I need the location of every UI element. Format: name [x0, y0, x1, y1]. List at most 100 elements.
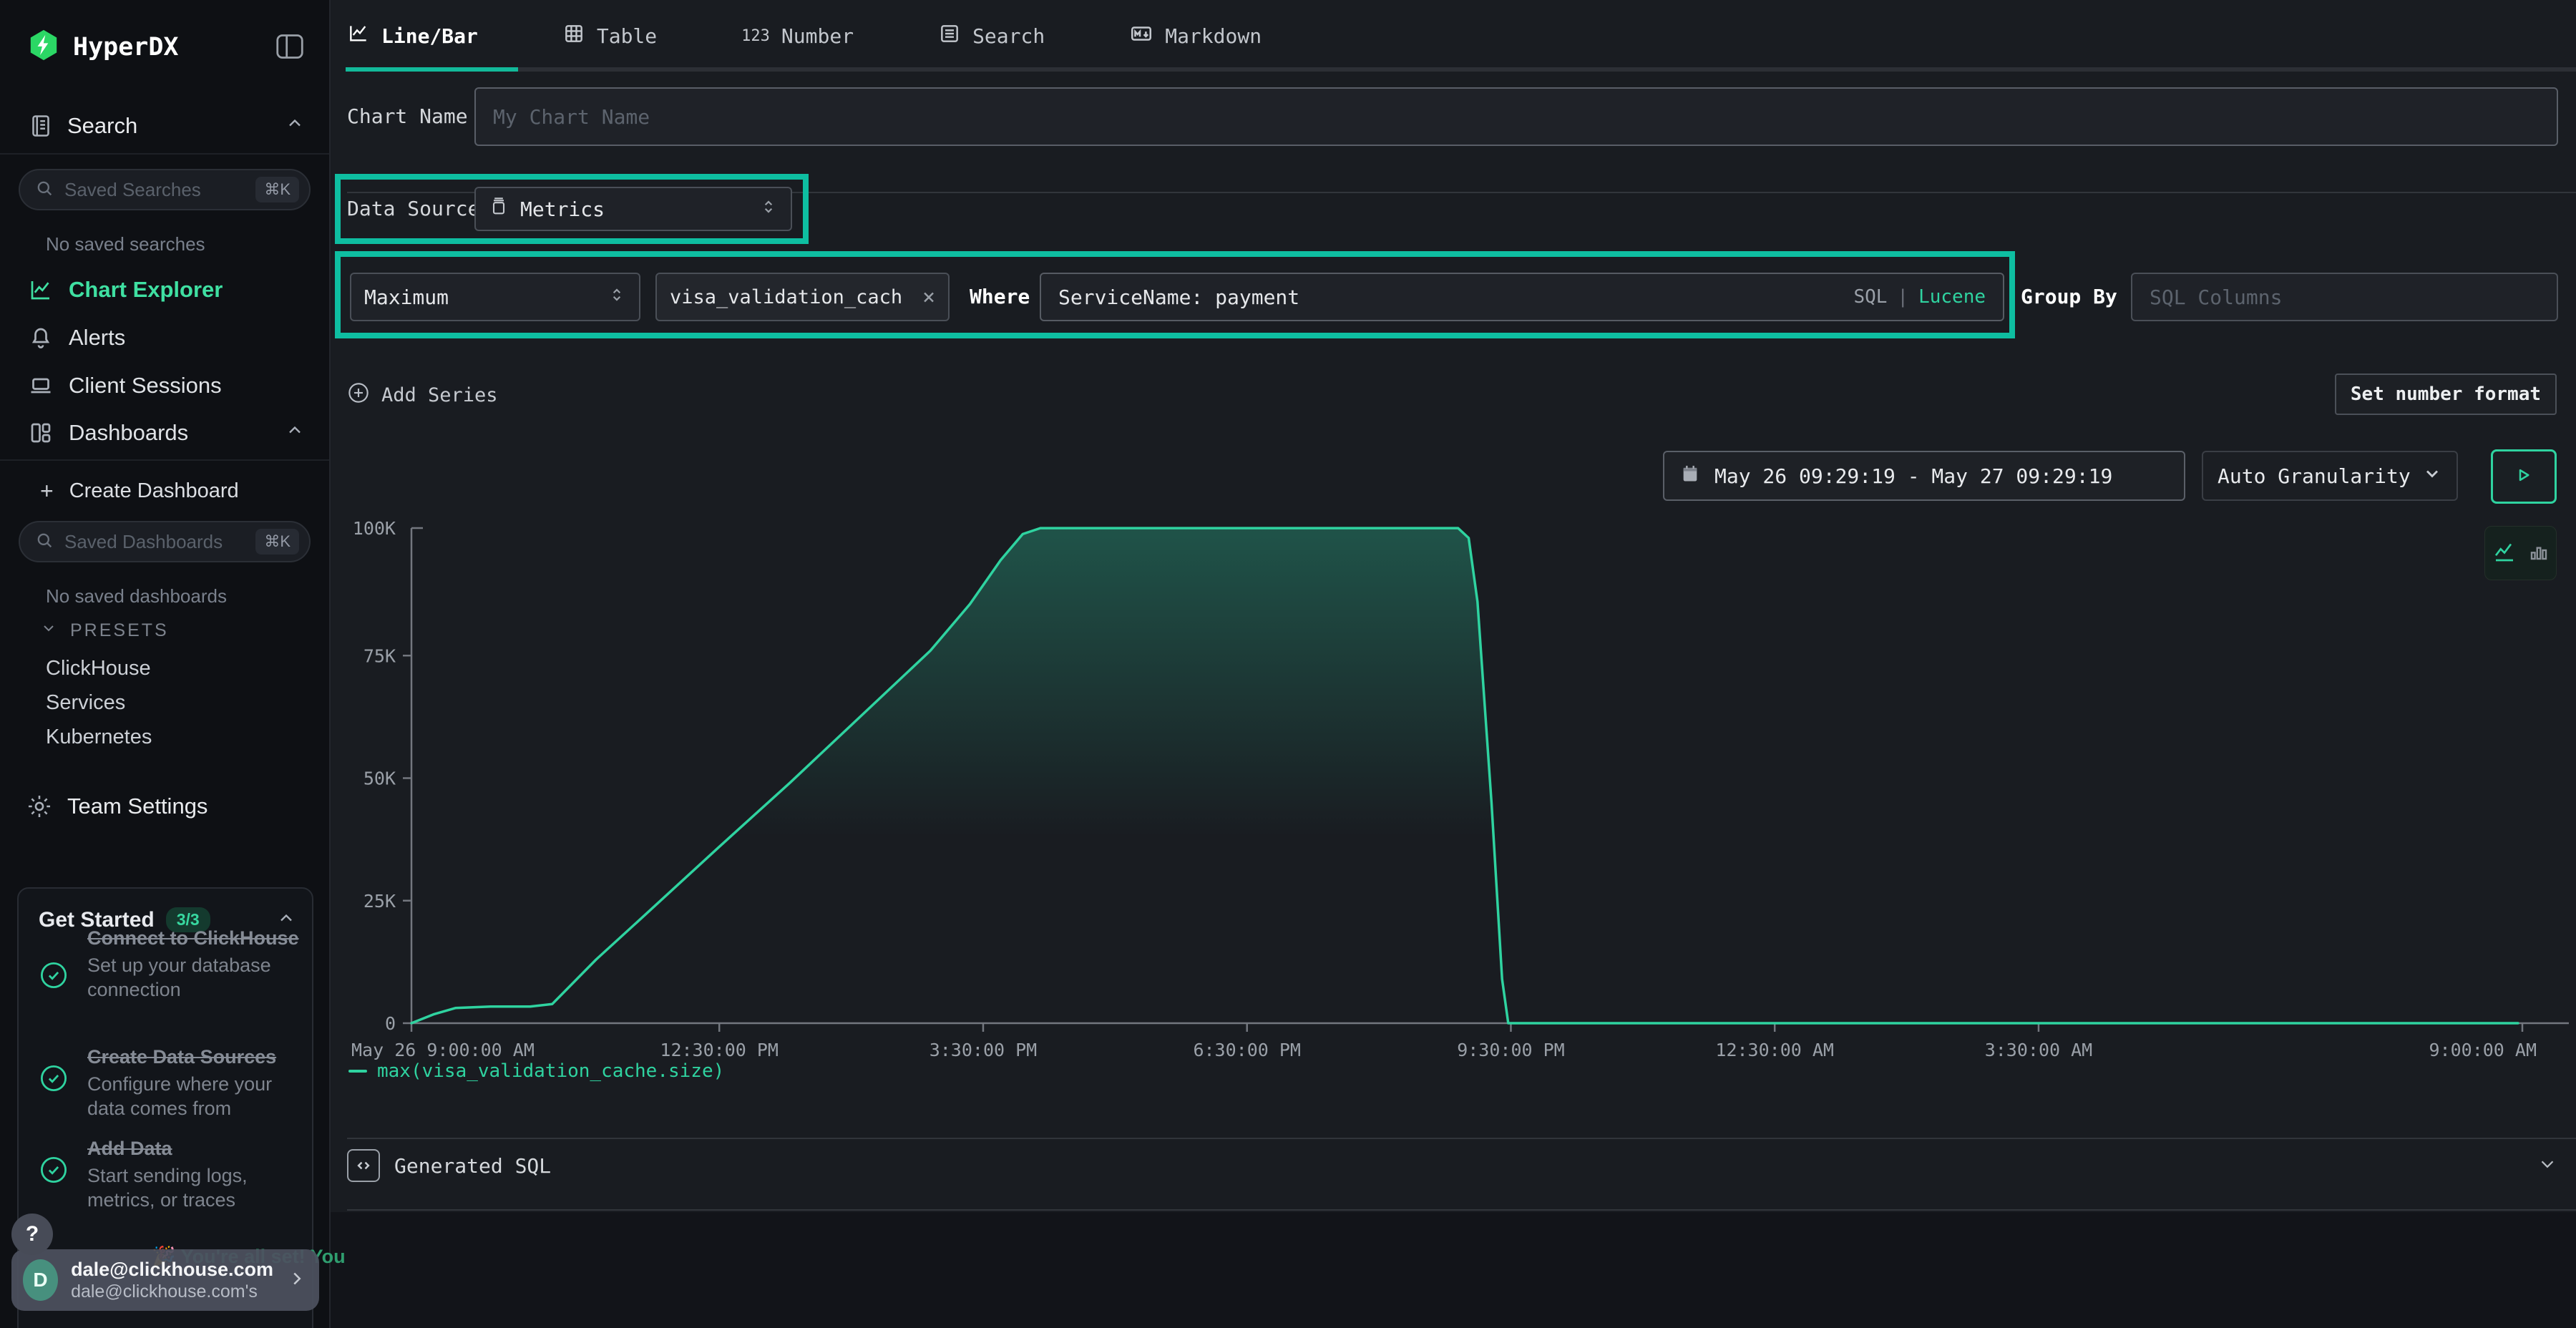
- chart-legend[interactable]: max(visa_validation_cache.size): [348, 1060, 724, 1082]
- sql-mode-button[interactable]: SQL: [1853, 286, 1887, 308]
- add-series-label: Add Series: [381, 384, 498, 406]
- tab-label: Table: [597, 24, 657, 48]
- chevron-up-icon[interactable]: [285, 420, 305, 446]
- logo[interactable]: HyperDX: [27, 29, 179, 65]
- chart-explorer-icon: [27, 277, 54, 303]
- check-circle-icon: [39, 1136, 69, 1212]
- data-source-label: Data Source: [347, 174, 479, 244]
- sidebar-section-search[interactable]: Search: [27, 113, 305, 139]
- create-dashboard-label: Create Dashboard: [69, 479, 239, 503]
- granularity-select[interactable]: Auto Granularity: [2202, 451, 2458, 501]
- tab-markdown[interactable]: Markdown: [1129, 21, 1262, 51]
- svg-text:9:00:00 AM: 9:00:00 AM: [2429, 1040, 2537, 1060]
- date-range-picker[interactable]: May 26 09:29:19 - May 27 09:29:19: [1663, 451, 2185, 501]
- data-source-value: Metrics: [520, 197, 605, 221]
- get-started-item-title: Add Data: [87, 1138, 172, 1159]
- chart-type-tabs: Line/Bar Table 123 Number Search: [331, 0, 2576, 72]
- no-saved-dashboards-note: No saved dashboards: [46, 585, 227, 607]
- add-series-button[interactable]: Add Series: [347, 381, 498, 409]
- sidebar-item-alerts[interactable]: Alerts: [0, 317, 329, 358]
- sidebar-item-label: Chart Explorer: [69, 277, 223, 303]
- tab-number[interactable]: 123 Number: [741, 24, 854, 48]
- sidebar-item-dashboards[interactable]: Dashboards: [0, 412, 329, 454]
- cmd-k-shortcut: ⌘K: [255, 177, 299, 202]
- cmd-k-shortcut: ⌘K: [255, 529, 299, 555]
- saved-searches-input[interactable]: Saved Searches ⌘K: [19, 169, 311, 210]
- sidebar-item-client-sessions[interactable]: Client Sessions: [0, 365, 329, 406]
- get-started-item-desc: Configure where your data comes from: [87, 1072, 301, 1120]
- group-by-placeholder: SQL Columns: [2150, 285, 2282, 309]
- svg-text:6:30:00 PM: 6:30:00 PM: [1193, 1040, 1301, 1060]
- svg-text:9:30:00 PM: 9:30:00 PM: [1457, 1040, 1565, 1060]
- saved-dashboards-input[interactable]: Saved Dashboards ⌘K: [19, 521, 311, 562]
- play-icon: [2513, 464, 2534, 489]
- date-range-value: May 26 09:29:19 - May 27 09:29:19: [1714, 464, 2112, 488]
- chevron-down-icon: [40, 620, 57, 642]
- aggregation-select[interactable]: Maximum: [350, 273, 640, 321]
- chevron-right-icon: [286, 1268, 308, 1293]
- tab-search[interactable]: Search: [938, 22, 1045, 50]
- user-card[interactable]: D dale@clickhouse.com dale@clickhouse.co…: [11, 1249, 319, 1311]
- line-chart-icon: [347, 22, 370, 50]
- team-settings-button[interactable]: Team Settings: [26, 793, 208, 820]
- plus-circle-icon: [347, 381, 370, 409]
- tab-label: Markdown: [1165, 24, 1262, 48]
- metric-chip[interactable]: visa_validation_cach ×: [655, 273, 950, 321]
- preset-clickhouse[interactable]: ClickHouse: [46, 657, 151, 680]
- svg-text:100K: 100K: [353, 518, 396, 539]
- tab-label: Line/Bar: [381, 24, 478, 48]
- preset-services[interactable]: Services: [46, 691, 125, 715]
- get-started-item[interactable]: Create Data Sources Configure where your…: [39, 1045, 301, 1120]
- sidebar-item-label: Alerts: [69, 325, 125, 351]
- preset-kubernetes[interactable]: Kubernetes: [46, 726, 152, 749]
- where-value: ServiceName: payment: [1058, 285, 1299, 309]
- get-started-item[interactable]: Add Data Start sending logs, metrics, or…: [39, 1136, 301, 1212]
- svg-text:May 26 9:00:00 AM: May 26 9:00:00 AM: [351, 1040, 535, 1060]
- sidebar-item-chart-explorer[interactable]: Chart Explorer: [0, 269, 329, 311]
- create-dashboard-button[interactable]: + Create Dashboard: [40, 478, 239, 504]
- svg-text:0: 0: [385, 1013, 396, 1034]
- legend-series-name: max(visa_validation_cache.size): [377, 1060, 724, 1082]
- sidebar-collapse-icon[interactable]: [275, 33, 305, 64]
- help-button[interactable]: ?: [11, 1214, 53, 1255]
- brand-name: HyperDX: [73, 33, 179, 62]
- set-number-format-button[interactable]: Set number format: [2335, 374, 2557, 415]
- chart-name-input[interactable]: My Chart Name: [474, 87, 2558, 146]
- close-icon[interactable]: ×: [922, 285, 935, 310]
- tab-table[interactable]: Table: [562, 22, 657, 50]
- tab-label: Search: [972, 24, 1045, 48]
- svg-text:3:30:00 PM: 3:30:00 PM: [930, 1040, 1038, 1060]
- tab-label: Number: [781, 24, 854, 48]
- search-icon: [34, 178, 54, 202]
- data-source-select[interactable]: Metrics: [474, 187, 792, 231]
- timeseries-chart[interactable]: 025K50K75K100KMay 26 9:00:00 AM12:30:00 …: [331, 501, 2576, 1080]
- get-started-item[interactable]: Connect to ClickHouse Set up your databa…: [39, 926, 301, 1002]
- group-by-input[interactable]: SQL Columns: [2131, 273, 2558, 321]
- generated-sql-toggle[interactable]: Generated SQL: [347, 1148, 2558, 1183]
- calendar-icon: [1680, 464, 1700, 489]
- divider: [0, 153, 329, 155]
- generated-sql-label: Generated SQL: [394, 1154, 551, 1178]
- dashboards-icon: [27, 420, 54, 446]
- team-settings-label: Team Settings: [67, 794, 208, 819]
- lucene-mode-button[interactable]: Lucene: [1918, 286, 1986, 308]
- get-started-item-title: Create Data Sources: [87, 1046, 276, 1068]
- tab-line-bar[interactable]: Line/Bar: [347, 22, 478, 50]
- presets-label: PRESETS: [70, 620, 169, 641]
- get-started-item-title: Connect to ClickHouse: [87, 927, 299, 949]
- where-input[interactable]: ServiceName: payment SQL | Lucene: [1040, 273, 2004, 321]
- run-query-button[interactable]: [2491, 449, 2557, 504]
- metric-chip-label: visa_validation_cach: [670, 286, 902, 308]
- search-section-label: Search: [67, 113, 137, 139]
- get-started-item-desc: Set up your database connection: [87, 953, 301, 1002]
- search-section-icon: [27, 113, 54, 139]
- select-updown-icon: [608, 285, 626, 309]
- plus-icon: +: [40, 478, 54, 504]
- chevron-up-icon[interactable]: [285, 113, 305, 139]
- presets-toggle[interactable]: PRESETS: [40, 620, 169, 642]
- table-icon: [562, 22, 585, 50]
- hyperdx-app: HyperDX Search Saved Searches ⌘K No save…: [0, 0, 2576, 1328]
- check-circle-icon: [39, 926, 69, 1002]
- active-tab-underline: [346, 67, 518, 72]
- sidebar-item-label: Client Sessions: [69, 373, 222, 399]
